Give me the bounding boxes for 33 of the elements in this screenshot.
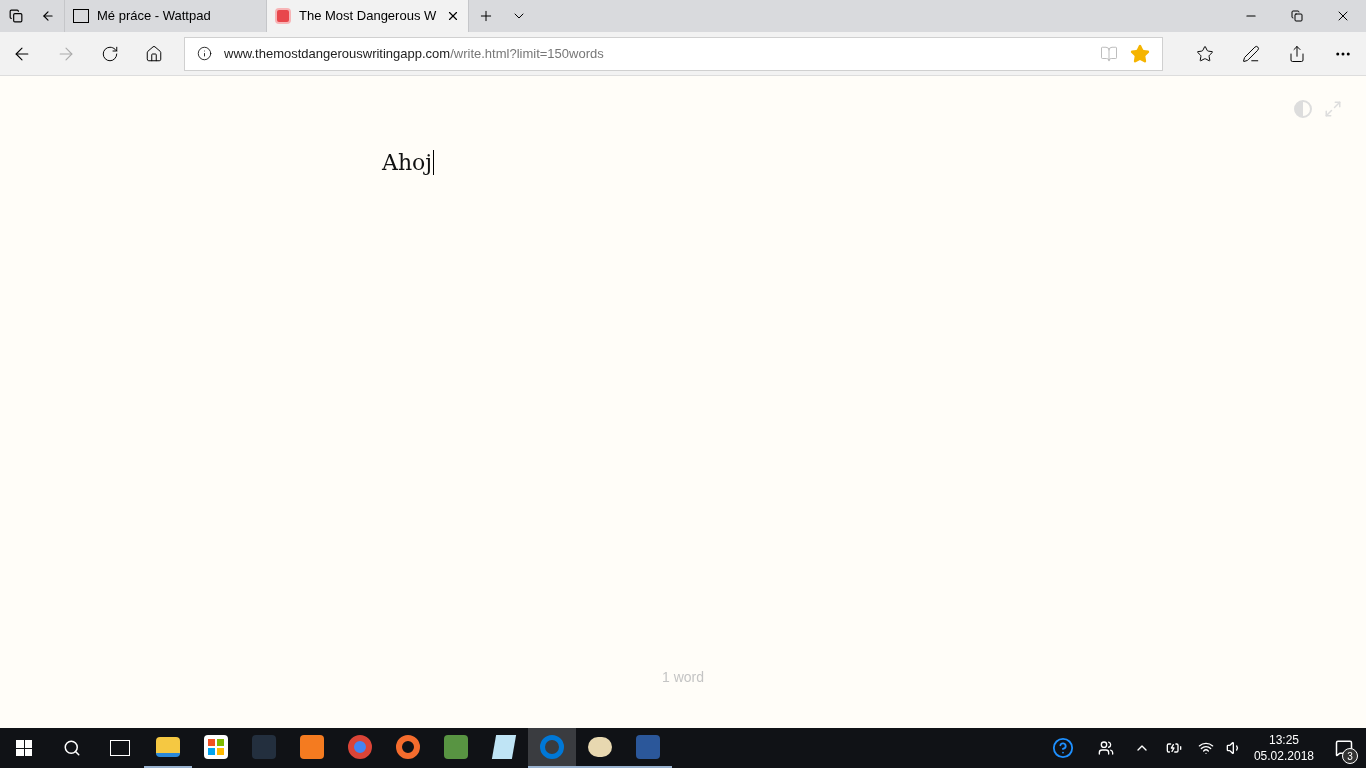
task-view-icon[interactable] [110,740,130,756]
browser-tab[interactable]: The Most Dangerous W [266,0,468,32]
clock-time[interactable]: 13:25 [1268,732,1299,748]
ring-icon [396,735,420,759]
notification-count-badge: 3 [1342,748,1358,764]
battery-icon[interactable] [1165,740,1182,756]
close-icon[interactable] [446,9,460,23]
wifi-icon[interactable] [1197,740,1214,756]
tab-title: The Most Dangerous W [299,7,438,26]
circle-logo-icon [348,735,372,759]
folder-icon [156,737,180,757]
shopping-bag-icon [204,735,228,759]
tab-title: Mé práce - Wattpad [97,7,212,26]
help-icon[interactable] [1051,737,1074,759]
favorite-star-icon[interactable] [1130,43,1150,64]
windows-logo-icon[interactable] [16,740,32,756]
clock-date[interactable]: 05.02.2018 [1253,748,1314,764]
editor-text[interactable]: Ahoj [382,150,435,175]
home-icon[interactable] [145,44,163,63]
people-icon[interactable] [1097,740,1114,756]
stacked-squares-icon[interactable] [9,9,23,23]
word-count: 1 word [662,668,704,687]
page-icon [73,9,89,23]
address-bar[interactable]: www.themostdangerouswritingapp.com/write.html?limit=150words [184,36,1163,71]
info-icon [197,46,212,61]
star-outline-icon[interactable] [1196,44,1214,63]
share-icon[interactable] [1288,44,1306,63]
refresh-icon[interactable] [101,44,119,63]
square-favicon-icon [275,8,291,24]
restore-icon[interactable] [1291,10,1303,22]
url-text: www.themostdangerouswritingapp.com/write.html?limit=150words [224,44,605,63]
pen-icon[interactable] [1242,44,1260,63]
search-icon[interactable] [63,739,81,757]
